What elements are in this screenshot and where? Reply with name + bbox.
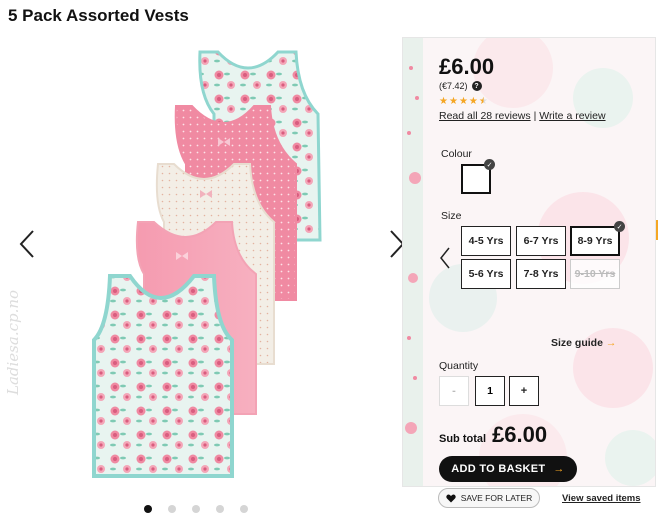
watermark: Ladiesa.cp.no (4, 289, 22, 395)
star-icon: ★ (448, 96, 458, 107)
subtotal-label: Sub total (439, 433, 487, 445)
gallery-dot[interactable] (240, 505, 248, 513)
save-for-later-label: SAVE FOR LATER (460, 493, 533, 503)
size-option-6-7[interactable]: 6-7 Yrs (516, 226, 566, 256)
size-prev-icon[interactable] (438, 246, 452, 270)
gallery-dot[interactable] (144, 505, 152, 513)
colour-label: Colour (441, 148, 472, 160)
arrow-right-icon: → (553, 463, 565, 475)
gallery-dot[interactable] (168, 505, 176, 513)
save-for-later-button[interactable]: SAVE FOR LATER (438, 488, 540, 508)
arrow-right-icon: → (605, 337, 617, 349)
quantity-decrease-button[interactable]: - (439, 376, 469, 406)
product-title: 5 Pack Assorted Vests (8, 6, 189, 25)
quantity-label: Quantity (439, 360, 479, 372)
gallery-dot[interactable] (192, 505, 200, 513)
gallery-prev-button[interactable] (16, 226, 38, 262)
size-option-4-5[interactable]: 4-5 Yrs (461, 226, 511, 256)
size-guide-link[interactable]: Size guide → (551, 337, 616, 349)
chevron-left-icon (19, 230, 34, 258)
star-icon: ★ (468, 96, 478, 107)
product-image-gallery (0, 36, 405, 518)
help-icon[interactable]: ? (471, 81, 482, 91)
star-icon: ★ (439, 96, 448, 107)
price-eur: (€7.42) ? (439, 81, 482, 91)
check-icon: ✓ (614, 221, 625, 232)
subtotal-value: £6.00 (492, 422, 548, 447)
product-image[interactable] (82, 44, 342, 484)
size-option-5-6[interactable]: 5-6 Yrs (461, 259, 511, 289)
size-option-8-9[interactable]: 8-9 Yrs (570, 226, 620, 256)
quantity-increase-button[interactable]: + (509, 376, 539, 406)
write-review-link[interactable]: Write a review (539, 110, 605, 122)
size-option-9-10: 9-10 Yrs (570, 259, 620, 289)
rating-stars: ★ ★ ★ ★ ★ (439, 96, 488, 107)
size-option-7-8[interactable]: 7-8 Yrs (516, 259, 566, 289)
view-saved-items-link[interactable]: View saved items (562, 493, 641, 504)
read-reviews-link[interactable]: Read all 28 reviews (439, 110, 531, 122)
quantity-input[interactable] (475, 376, 505, 406)
review-separator: | (533, 110, 537, 122)
size-guide-label: Size guide (551, 337, 603, 349)
price-eur-value: (€7.42) (439, 81, 468, 91)
price: £6.00 (439, 54, 495, 79)
size-label: Size (441, 210, 462, 222)
review-links: Read all 28 reviews | Write a review (439, 110, 606, 122)
check-icon: ✓ (484, 159, 495, 170)
half-star-icon: ★ (478, 96, 488, 107)
add-to-basket-label: ADD TO BASKET (451, 463, 546, 475)
heart-icon (446, 494, 456, 502)
add-to-basket-button[interactable]: ADD TO BASKET → (439, 456, 577, 482)
purchase-panel: £6.00 (€7.42) ? ★ ★ ★ ★ ★ Read all 28 re… (402, 37, 656, 487)
gallery-pagination (144, 505, 248, 513)
subtotal: Sub total £6.00 (439, 422, 547, 448)
gallery-dot[interactable] (216, 505, 224, 513)
star-icon: ★ (458, 96, 468, 107)
